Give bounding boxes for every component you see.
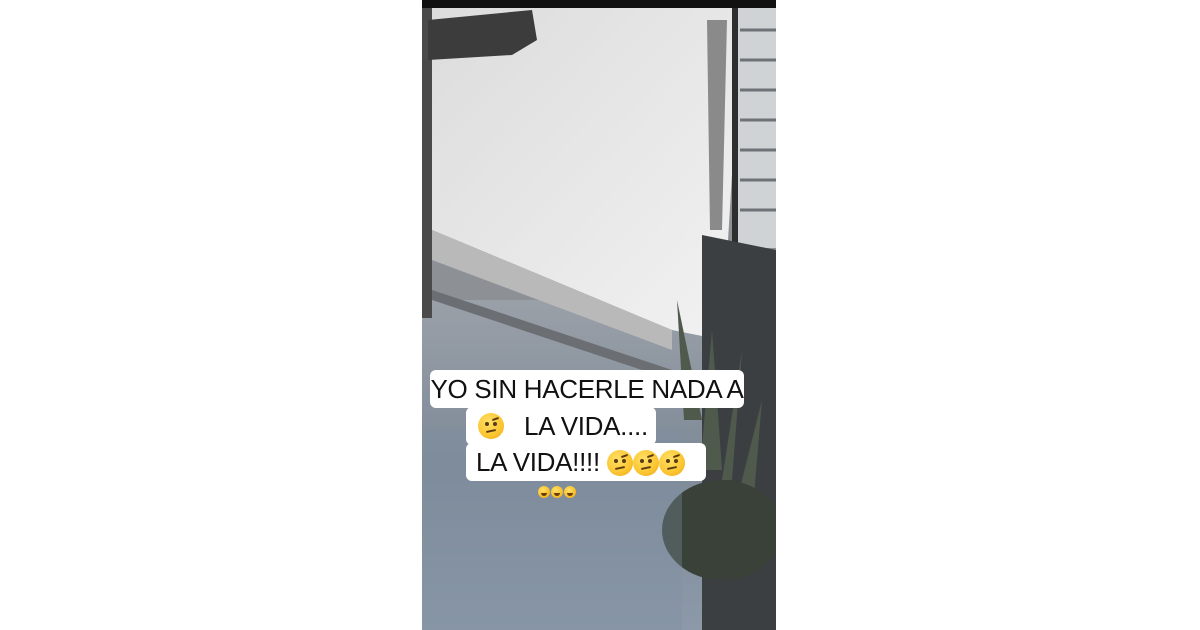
laughing-crying-emoji-icon: [564, 486, 576, 498]
street: [428, 8, 742, 340]
laughing-crying-emoji-icon: [538, 486, 550, 498]
caption-line-1: YO SIN HACERLE NADA A: [430, 370, 744, 408]
wall-edge: [732, 8, 738, 248]
video-scene: [422, 0, 776, 630]
caption-line-3: LA VIDA!!!!: [466, 443, 706, 481]
top-bar: [422, 0, 776, 8]
caption-text-1: YO SIN HACERLE NADA A: [430, 374, 744, 404]
raised-eyebrow-emoji-icon: [606, 450, 633, 476]
caption-text-3: LA VIDA!!!!: [476, 447, 600, 477]
window-grille: [737, 8, 776, 248]
raised-eyebrow-emoji-icon: [478, 413, 504, 439]
caption-text-2: LA VIDA....: [524, 411, 648, 441]
caption-line-2: LA VIDA....: [466, 407, 656, 445]
trailing-emojis: [538, 486, 576, 500]
raised-eyebrow-emoji-icon: [632, 450, 659, 476]
raised-eyebrow-emoji-icon: [658, 450, 685, 476]
laughing-crying-emoji-icon: [551, 486, 563, 498]
video-frame[interactable]: [422, 0, 776, 630]
